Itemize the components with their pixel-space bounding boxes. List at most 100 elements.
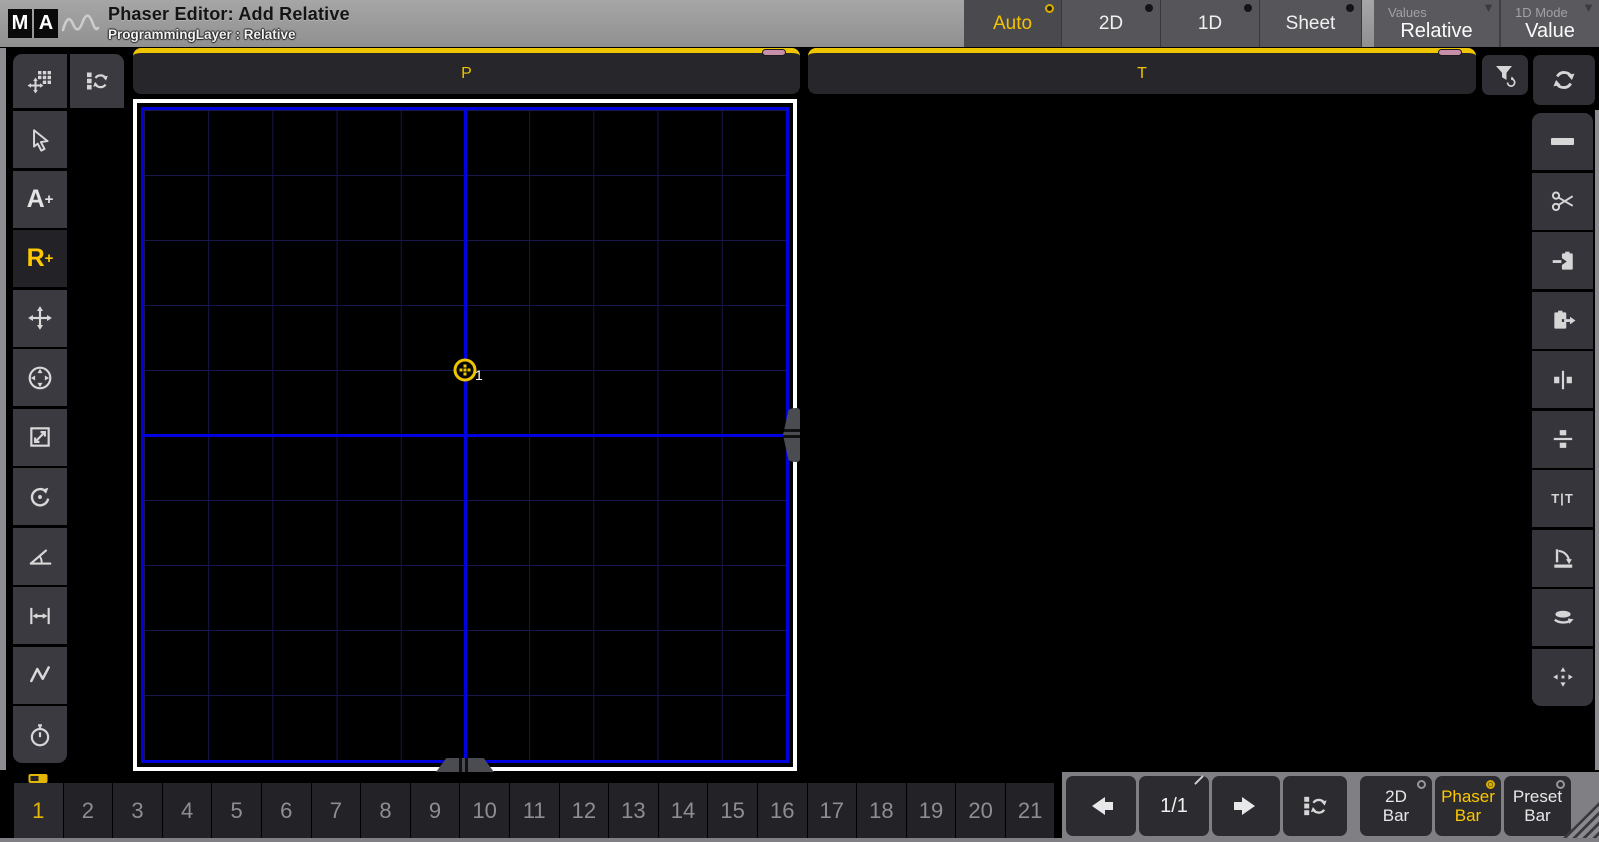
phaser-2d-view: 1: [133, 99, 797, 771]
tool-move-button[interactable]: [13, 290, 67, 347]
step-cell[interactable]: 2: [64, 783, 113, 838]
next-page-button[interactable]: [1212, 776, 1280, 836]
tool-angle-button[interactable]: [13, 528, 67, 585]
step-cell[interactable]: 5: [212, 783, 261, 838]
tool-select-button[interactable]: [13, 111, 67, 168]
2d-bar-button[interactable]: 2D Bar: [1360, 776, 1432, 836]
tab-2d[interactable]: 2D: [1062, 0, 1161, 47]
step-cell[interactable]: 6: [262, 783, 311, 838]
tool-speed-button[interactable]: [13, 706, 67, 763]
clipboard-out-icon: [1550, 307, 1576, 333]
step-page-badge: [29, 774, 48, 783]
right-toolbar: T|T: [1532, 113, 1593, 708]
bottom-edge-strip: [0, 838, 1599, 842]
step-cell[interactable]: 19: [907, 783, 956, 838]
step-bar: 1 2 3 4 5 6 7 8 9 10 11 12 13 14 15 16 1…: [0, 772, 1599, 842]
window-title: Phaser Editor: Add Relative: [108, 4, 350, 25]
tool-add-absolute-button[interactable]: A+: [13, 171, 67, 228]
page-indicator-button[interactable]: 1/1: [1139, 776, 1209, 836]
tab-1d-dot: [1244, 4, 1252, 12]
tool-width-button[interactable]: [13, 587, 67, 644]
step-cell[interactable]: 3: [113, 783, 162, 838]
loop-steps-button[interactable]: [1283, 776, 1347, 836]
step-cell[interactable]: 15: [708, 783, 757, 838]
preset-bar-button[interactable]: Preset Bar: [1504, 776, 1571, 836]
2d-bar-dot: [1417, 780, 1426, 789]
tool-position-button[interactable]: [13, 349, 67, 406]
dropdown-arrow-icon: ▼: [1582, 0, 1595, 15]
tool-rotate-button[interactable]: [13, 468, 67, 525]
pointer-icon: [27, 127, 53, 153]
mirror-vertical-button[interactable]: [1532, 411, 1593, 468]
rotate-90-icon: [1550, 545, 1576, 571]
tool-add-relative-button[interactable]: R+: [13, 230, 67, 287]
scale-icon: [27, 424, 53, 450]
preset-bar-dot: [1556, 780, 1565, 789]
pan-icon: [1550, 664, 1576, 690]
arrow-right-icon: [1228, 793, 1264, 819]
link-steps-button[interactable]: [70, 54, 124, 108]
rotate-icon: [27, 484, 53, 510]
rotate-90-button[interactable]: [1532, 530, 1593, 587]
left-toolbar: A+ R+: [13, 54, 124, 766]
step-cell[interactable]: 13: [609, 783, 658, 838]
step-list: 1 2 3 4 5 6 7 8 9 10 11 12 13 14 15 16 1…: [14, 783, 1054, 838]
circle-move-icon: [27, 365, 53, 391]
step-cell[interactable]: 9: [411, 783, 460, 838]
tool-phase-button[interactable]: [13, 647, 67, 704]
prev-page-button[interactable]: [1066, 776, 1136, 836]
phaser-editor-window: M A Phaser Editor: Add Relative Programm…: [0, 0, 1599, 842]
pan-encoder-marker: [762, 49, 786, 56]
step-cell[interactable]: 17: [808, 783, 857, 838]
1d-mode-dropdown[interactable]: 1D Mode Value ▼: [1499, 0, 1599, 47]
mirror-horizontal-button[interactable]: [1532, 351, 1593, 408]
filter-button[interactable]: [1482, 55, 1528, 95]
pan-column-header[interactable]: P: [133, 48, 800, 94]
step-cell[interactable]: 4: [163, 783, 212, 838]
tool-scale-button[interactable]: [13, 409, 67, 466]
scissors-icon: [1549, 188, 1577, 214]
copy-button[interactable]: [1532, 232, 1593, 289]
tab-2d-dot: [1145, 4, 1153, 12]
step-cell[interactable]: 12: [560, 783, 609, 838]
step-sync-icon: [1301, 792, 1329, 820]
pan-view-button[interactable]: [1532, 649, 1593, 706]
phaser-bar-button[interactable]: Phaser Bar: [1435, 776, 1501, 836]
step-cell[interactable]: 8: [361, 783, 410, 838]
phaser-2d-canvas[interactable]: 1: [141, 107, 789, 763]
step-cell[interactable]: 1: [14, 783, 63, 838]
flip-3d-button[interactable]: [1532, 589, 1593, 646]
swap-transition-button[interactable]: T|T: [1532, 470, 1593, 527]
filter-icon: [1492, 63, 1518, 87]
step-cell[interactable]: 16: [758, 783, 807, 838]
waveform-icon: [60, 8, 100, 40]
edit-pencil-icon: [1194, 775, 1204, 785]
angle-icon: [27, 543, 53, 569]
tab-sheet-dot: [1346, 4, 1354, 12]
ma-logo-a: A: [34, 9, 58, 38]
step-cell[interactable]: 14: [659, 783, 708, 838]
step-point-marker[interactable]: [454, 359, 477, 382]
tilt-column-header[interactable]: T: [808, 48, 1476, 94]
step-cell[interactable]: 20: [956, 783, 1005, 838]
remove-button[interactable]: [1532, 113, 1593, 170]
move-icon: [27, 305, 53, 331]
step-cell[interactable]: 18: [857, 783, 906, 838]
step-cell[interactable]: 7: [312, 783, 361, 838]
step-point-label: 1: [475, 367, 483, 383]
step-cell[interactable]: 21: [1006, 783, 1055, 838]
right-edge-strip: [1595, 110, 1599, 770]
step-cell[interactable]: 11: [510, 783, 559, 838]
tab-auto-dot: [1045, 4, 1054, 13]
sync-refresh-button[interactable]: [1533, 55, 1595, 105]
cut-button[interactable]: [1532, 173, 1593, 230]
paste-button[interactable]: [1532, 292, 1593, 349]
tab-sheet[interactable]: Sheet: [1260, 0, 1362, 47]
ma-logo[interactable]: M A: [8, 9, 58, 38]
step-cell[interactable]: 10: [460, 783, 509, 838]
tab-auto[interactable]: Auto: [964, 0, 1062, 47]
dropdown-arrow-icon: ▼: [1482, 0, 1495, 15]
values-dropdown[interactable]: Values Relative ▼: [1374, 0, 1499, 47]
tab-1d[interactable]: 1D: [1161, 0, 1260, 47]
grid-snap-button[interactable]: [13, 54, 67, 108]
